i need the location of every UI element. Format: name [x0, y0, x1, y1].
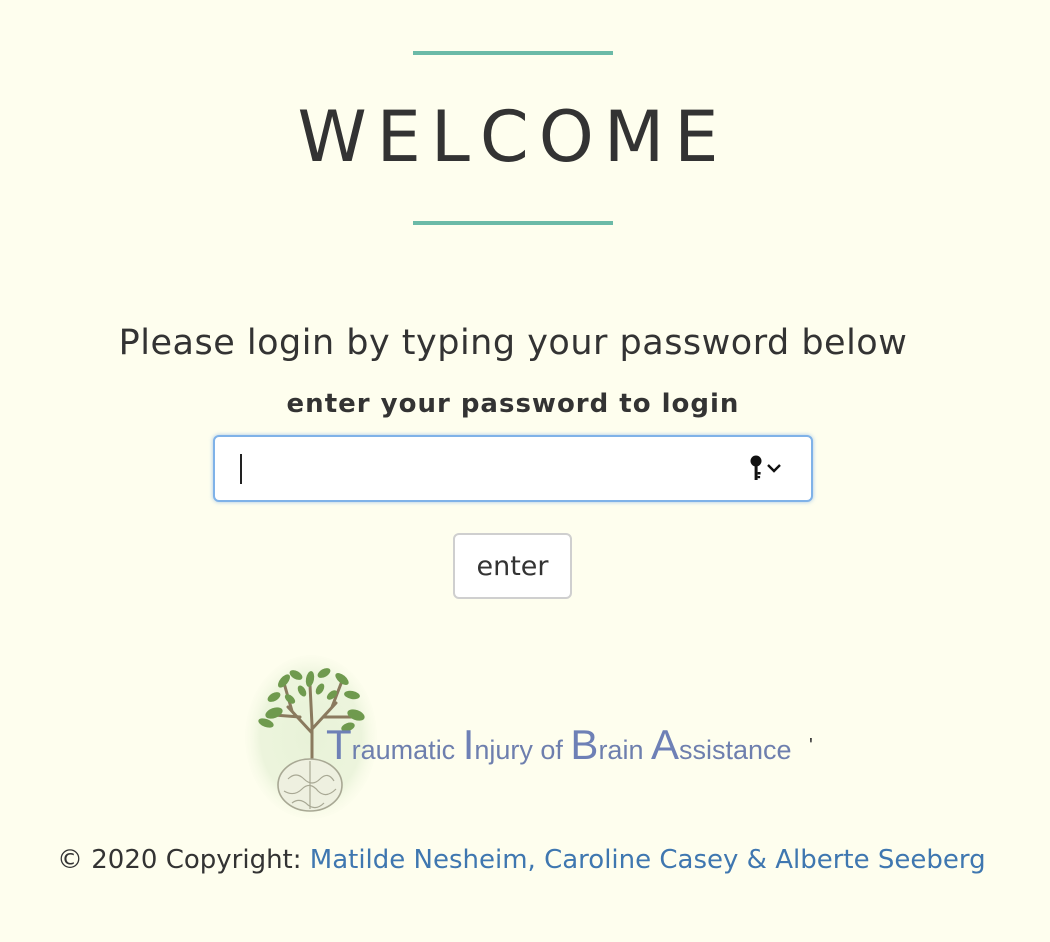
password-input[interactable] [215, 437, 811, 500]
tbia-logo: Traumatic Injury of Brain Assistance ' [244, 655, 844, 820]
password-field[interactable] [213, 435, 813, 502]
password-manager-button[interactable] [749, 455, 785, 483]
text-cursor [240, 454, 242, 484]
password-label: enter your password to login [286, 389, 740, 419]
key-icon [750, 455, 781, 480]
enter-button[interactable]: enter [453, 533, 572, 599]
login-instructions: Please login by typing your password bel… [118, 323, 908, 363]
page-title: WELCOME [297, 96, 729, 178]
copyright-text: © 2020 Copyright: [57, 845, 310, 875]
chevron-down-icon [767, 464, 781, 473]
title-top-divider [413, 51, 613, 55]
title-bottom-divider [413, 221, 613, 225]
footer-copyright: © 2020 Copyright: Matilde Nesheim, Carol… [57, 843, 986, 877]
logo-wordmark: Traumatic Injury of Brain Assistance [326, 721, 792, 768]
logo-trailing-mark: ' [809, 735, 813, 757]
authors-link[interactable]: Matilde Nesheim, Caroline Casey & Albert… [310, 845, 986, 875]
